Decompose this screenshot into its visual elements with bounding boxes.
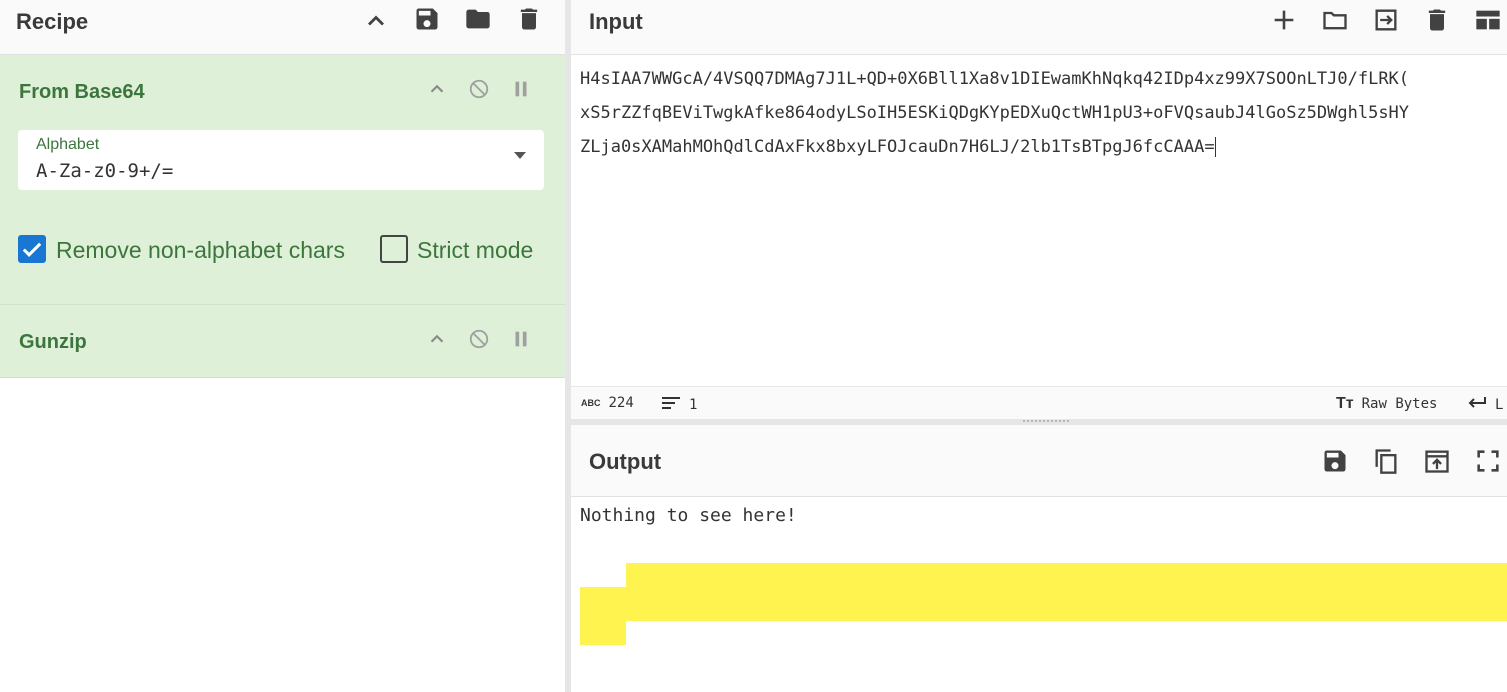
- operation-title: Gunzip: [19, 331, 87, 353]
- input-line: H4sIAA7WWGcA/4VSQQ7DMAg7J1L+QD+0X6Bll1Xa…: [580, 69, 1410, 89]
- input-header: Input: [571, 0, 1507, 55]
- output-header: Output: [571, 425, 1507, 497]
- lines-icon: [661, 395, 681, 415]
- output-title: Output: [589, 449, 662, 474]
- maximize-icon[interactable]: [1473, 446, 1503, 476]
- output-highlight: [626, 563, 1507, 621]
- pause-icon[interactable]: [509, 77, 533, 101]
- lines-value: 1: [689, 397, 698, 413]
- encoding-value: Raw Bytes: [1361, 396, 1438, 412]
- move-to-input-icon[interactable]: [1422, 446, 1452, 476]
- disable-icon[interactable]: [467, 77, 491, 101]
- io-pane: Input H4sIAA7WWGcA/4VSQQ7DMAg7J1L+QD+0X6…: [571, 0, 1507, 692]
- alphabet-select[interactable]: Alphabet A-Za-z0-9+/=: [18, 130, 544, 190]
- operation-gunzip[interactable]: Gunzip: [0, 305, 565, 378]
- save-icon[interactable]: [412, 4, 442, 34]
- encoding-status[interactable]: Tт Raw Bytes: [1336, 395, 1437, 413]
- length-value: 224: [608, 395, 634, 411]
- save-icon[interactable]: [1320, 446, 1350, 476]
- eol-value: L: [1495, 397, 1504, 413]
- chevron-up-icon[interactable]: [425, 77, 449, 101]
- strict-mode-checkbox[interactable]: [380, 235, 408, 263]
- remove-non-alphabet-checkbox[interactable]: [18, 235, 46, 263]
- text-size-icon: Tт: [1336, 395, 1354, 412]
- open-folder-icon[interactable]: [1320, 5, 1350, 35]
- length-status: ABC 224: [581, 395, 634, 411]
- alphabet-label: Alphabet: [36, 136, 100, 153]
- output-highlight: [580, 587, 626, 645]
- trash-icon[interactable]: [514, 4, 544, 34]
- lines-status: 1: [661, 395, 697, 415]
- input-line: xS5rZZfqBEViTwgkAfke864odyLSoIH5ESKiQDgK…: [580, 103, 1410, 123]
- return-icon: [1467, 395, 1487, 415]
- disable-icon[interactable]: [467, 327, 491, 351]
- copy-icon[interactable]: [1371, 446, 1401, 476]
- insert-file-icon[interactable]: [1371, 5, 1401, 35]
- layout-icon[interactable]: [1473, 5, 1503, 35]
- chevron-up-icon[interactable]: [425, 327, 449, 351]
- operation-from-base64[interactable]: From Base64 Alphabet A-Za-z0-9+/= Remove…: [0, 55, 565, 305]
- text-cursor: [1214, 137, 1216, 157]
- input-status-bar: ABC 224 1 Tт Raw Bytes L: [571, 386, 1507, 420]
- input-textarea[interactable]: H4sIAA7WWGcA/4VSQQ7DMAg7J1L+QD+0X6Bll1Xa…: [580, 62, 1507, 164]
- operation-title: From Base64: [19, 81, 145, 103]
- recipe-title: Recipe: [16, 9, 89, 34]
- remove-non-alphabet-label[interactable]: Remove non-alphabet chars: [56, 237, 345, 264]
- eol-status[interactable]: L: [1467, 395, 1503, 415]
- chevron-down-icon[interactable]: [514, 152, 526, 159]
- input-title: Input: [589, 9, 643, 34]
- alphabet-value: A-Za-z0-9+/=: [36, 160, 174, 182]
- trash-icon[interactable]: [1422, 5, 1452, 35]
- input-line: ZLja0sXAMahMOhQdlCdAxFkx8bxyLFOJcauDn7H6…: [580, 137, 1215, 157]
- strict-mode-label[interactable]: Strict mode: [417, 237, 533, 264]
- recipe-header: Recipe: [0, 0, 565, 55]
- output-textarea[interactable]: Nothing to see here!: [580, 505, 797, 526]
- chevron-up-icon[interactable]: [361, 6, 391, 36]
- plus-icon[interactable]: [1269, 5, 1299, 35]
- recipe-pane: Recipe From Base64 Alphabet A-Za-z0-9+/=: [0, 0, 565, 692]
- folder-icon[interactable]: [463, 4, 493, 34]
- abc-icon: ABC: [581, 398, 601, 408]
- pause-icon[interactable]: [509, 327, 533, 351]
